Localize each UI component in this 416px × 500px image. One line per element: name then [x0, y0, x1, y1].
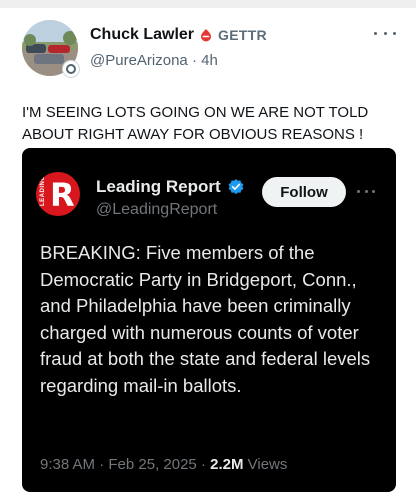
post-text: I'M SEEING LOTS GOING ON WE ARE NOT TOLD… [22, 104, 369, 143]
follow-button[interactable]: Follow [262, 177, 346, 207]
quoted-more-options-button[interactable] [357, 188, 375, 194]
author-handle-row: @PureArizona · 4h [90, 52, 218, 69]
verified-badge-icon [228, 179, 244, 195]
post-time[interactable]: 4h [201, 52, 218, 69]
quoted-post-meta: 9:38 AM · Feb 25, 2025 · 2.2M Views [40, 456, 287, 473]
views-count: 2.2M [210, 456, 244, 473]
more-horizontal-icon [357, 189, 360, 193]
leading-report-logo[interactable]: LEADING R [36, 172, 80, 216]
more-horizontal-icon [374, 31, 377, 35]
quoted-timestamp[interactable]: 9:38 AM · Feb 25, 2025 · [40, 456, 206, 473]
logo-side-text: LEADING [40, 175, 46, 207]
gettr-logo-icon [201, 29, 212, 42]
views-label: Views [247, 456, 288, 473]
camera-lens-badge-icon [62, 60, 80, 78]
quoted-author-row: Leading Report [96, 177, 245, 197]
logo-letter: R [50, 176, 75, 214]
author-handle[interactable]: @PureArizona [90, 52, 188, 69]
platform-label: GETTR [218, 27, 267, 43]
post: Chuck Lawler GETTR @PureArizona · 4h I'M… [0, 8, 416, 500]
author-display-name[interactable]: Chuck Lawler [90, 26, 194, 44]
top-divider [0, 0, 416, 8]
quoted-post-card[interactable]: LEADING R Leading Report @LeadingReport … [22, 148, 396, 492]
quoted-handle[interactable]: @LeadingReport [96, 201, 217, 219]
separator-dot: · [191, 52, 197, 69]
more-options-button[interactable] [374, 26, 396, 40]
author-row: Chuck Lawler GETTR [90, 26, 267, 44]
quoted-display-name[interactable]: Leading Report [96, 177, 221, 197]
quoted-post-body: BREAKING: Five members of the Democratic… [40, 242, 371, 396]
